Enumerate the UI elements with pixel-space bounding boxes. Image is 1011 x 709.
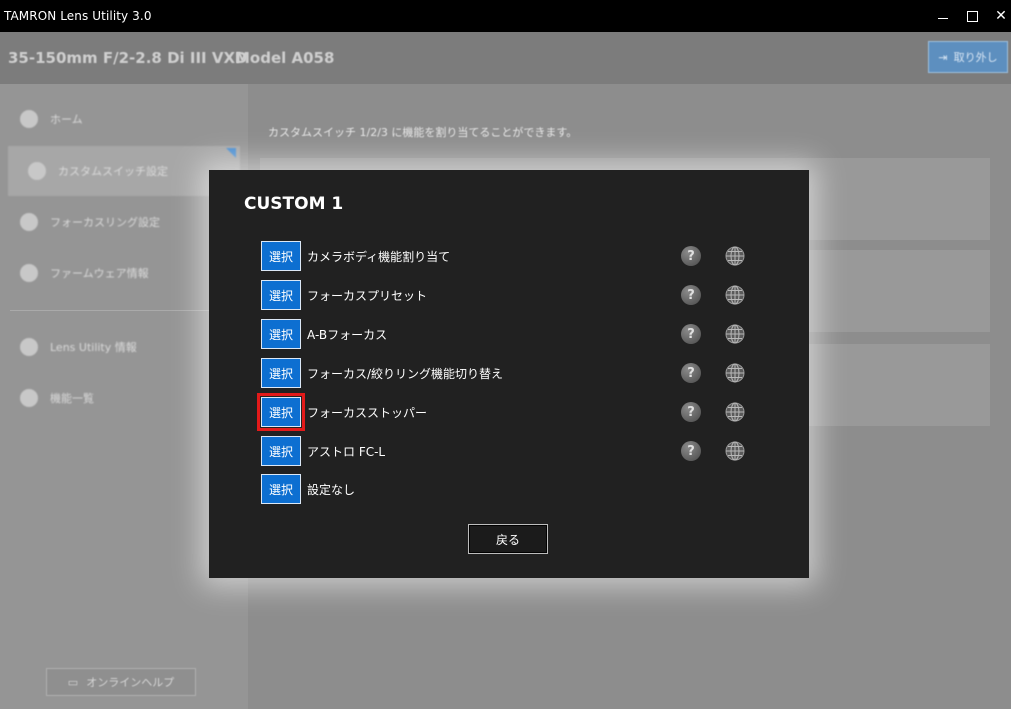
sidebar-item-label: フォーカスリング設定 [50,216,160,229]
minimize-icon [938,17,948,19]
list-icon [20,389,38,407]
online-help-label: オンラインヘルプ [86,676,175,689]
sidebar-item-label: 機能一覧 [50,392,94,405]
lens-model: Model A058 [235,49,335,67]
info-icon [20,338,38,356]
web-globe-icon[interactable] [725,441,745,461]
option-row: 選択 フォーカス/絞りリング機能切り替え ? [261,358,761,390]
detach-icon: ⇥ [938,50,948,64]
option-label: フォーカス/絞りリング機能切り替え [307,367,504,381]
select-button[interactable]: 選択 [261,436,301,466]
select-button[interactable]: 選択 [261,358,301,388]
help-question-icon[interactable]: ? [681,324,701,344]
web-globe-icon[interactable] [725,246,745,266]
content-intro: カスタムスイッチ 1/2/3 に機能を割り当てることができます。 [268,126,578,139]
help-question-icon[interactable]: ? [681,246,701,266]
web-globe-icon[interactable] [725,324,745,344]
help-window-icon: ▭ [67,675,79,689]
option-label: アストロ FC-L [307,445,386,459]
select-button[interactable]: 選択 [261,319,301,349]
option-row: 選択 カメラボディ機能割り当て ? [261,241,761,273]
sidebar-item-label: ホーム [50,113,83,126]
select-button[interactable]: 選択 [261,280,301,310]
option-label: カメラボディ機能割り当て [307,250,451,264]
lens-header: 35-150mm F/2-2.8 Di III VXD Model A058 [0,32,1011,84]
close-button[interactable]: ✕ [985,0,1011,32]
detach-label: 取り外し [953,51,998,64]
select-button-highlighted[interactable]: 選択 [257,393,305,431]
maximize-icon [966,10,978,22]
home-icon [20,110,38,128]
sidebar-item-label: ファームウェア情報 [50,267,149,280]
select-button[interactable]: 選択 [261,241,301,271]
help-question-icon[interactable]: ? [681,285,701,305]
firmware-icon [20,264,38,282]
sidebar-divider [10,310,238,311]
option-label: 設定なし [307,483,356,497]
help-question-icon[interactable]: ? [681,363,701,383]
lens-name: 35-150mm F/2-2.8 Di III VXD [8,49,248,67]
dialog-title: CUSTOM 1 [244,194,344,214]
web-globe-icon[interactable] [725,402,745,422]
web-globe-icon[interactable] [725,363,745,383]
sidebar-item-label: カスタムスイッチ設定 [58,165,168,178]
maximize-button[interactable] [956,0,988,32]
select-button[interactable]: 選択 [261,474,301,504]
switch-icon [28,162,46,180]
option-row: 選択 A-Bフォーカス ? [261,319,761,351]
custom-switch-dialog: CUSTOM 1 選択 カメラボディ機能割り当て ? 選択 フォーカスプリセット… [209,170,809,578]
window-title: TAMRON Lens Utility 3.0 [4,9,152,23]
option-label: フォーカスプリセット [307,289,428,303]
sidebar-item-custom-switch[interactable]: カスタムスイッチ設定 [8,146,240,196]
option-row-focus-stopper: 選択 フォーカスストッパー ? [257,393,761,431]
detach-button[interactable]: ⇥ 取り外し [928,41,1008,73]
minimize-button[interactable] [927,0,959,32]
option-label: フォーカスストッパー [307,406,428,420]
option-row: 選択 アストロ FC-L ? [261,436,761,468]
back-button[interactable]: 戻る [468,524,548,554]
help-question-icon[interactable]: ? [681,441,701,461]
help-question-icon[interactable]: ? [681,402,701,422]
sidebar-item-label: Lens Utility 情報 [50,341,137,354]
option-row: 選択 設定なし [261,474,761,506]
ring-icon [20,213,38,231]
web-globe-icon[interactable] [725,285,745,305]
title-bar: TAMRON Lens Utility 3.0 ✕ [0,0,1011,32]
close-icon: ✕ [995,8,1007,24]
option-row: 選択 フォーカスプリセット ? [261,280,761,312]
option-label: A-Bフォーカス [307,328,388,342]
sidebar-item-home[interactable]: ホーム [0,94,248,144]
online-help-button[interactable]: ▭ オンラインヘルプ [46,668,196,696]
